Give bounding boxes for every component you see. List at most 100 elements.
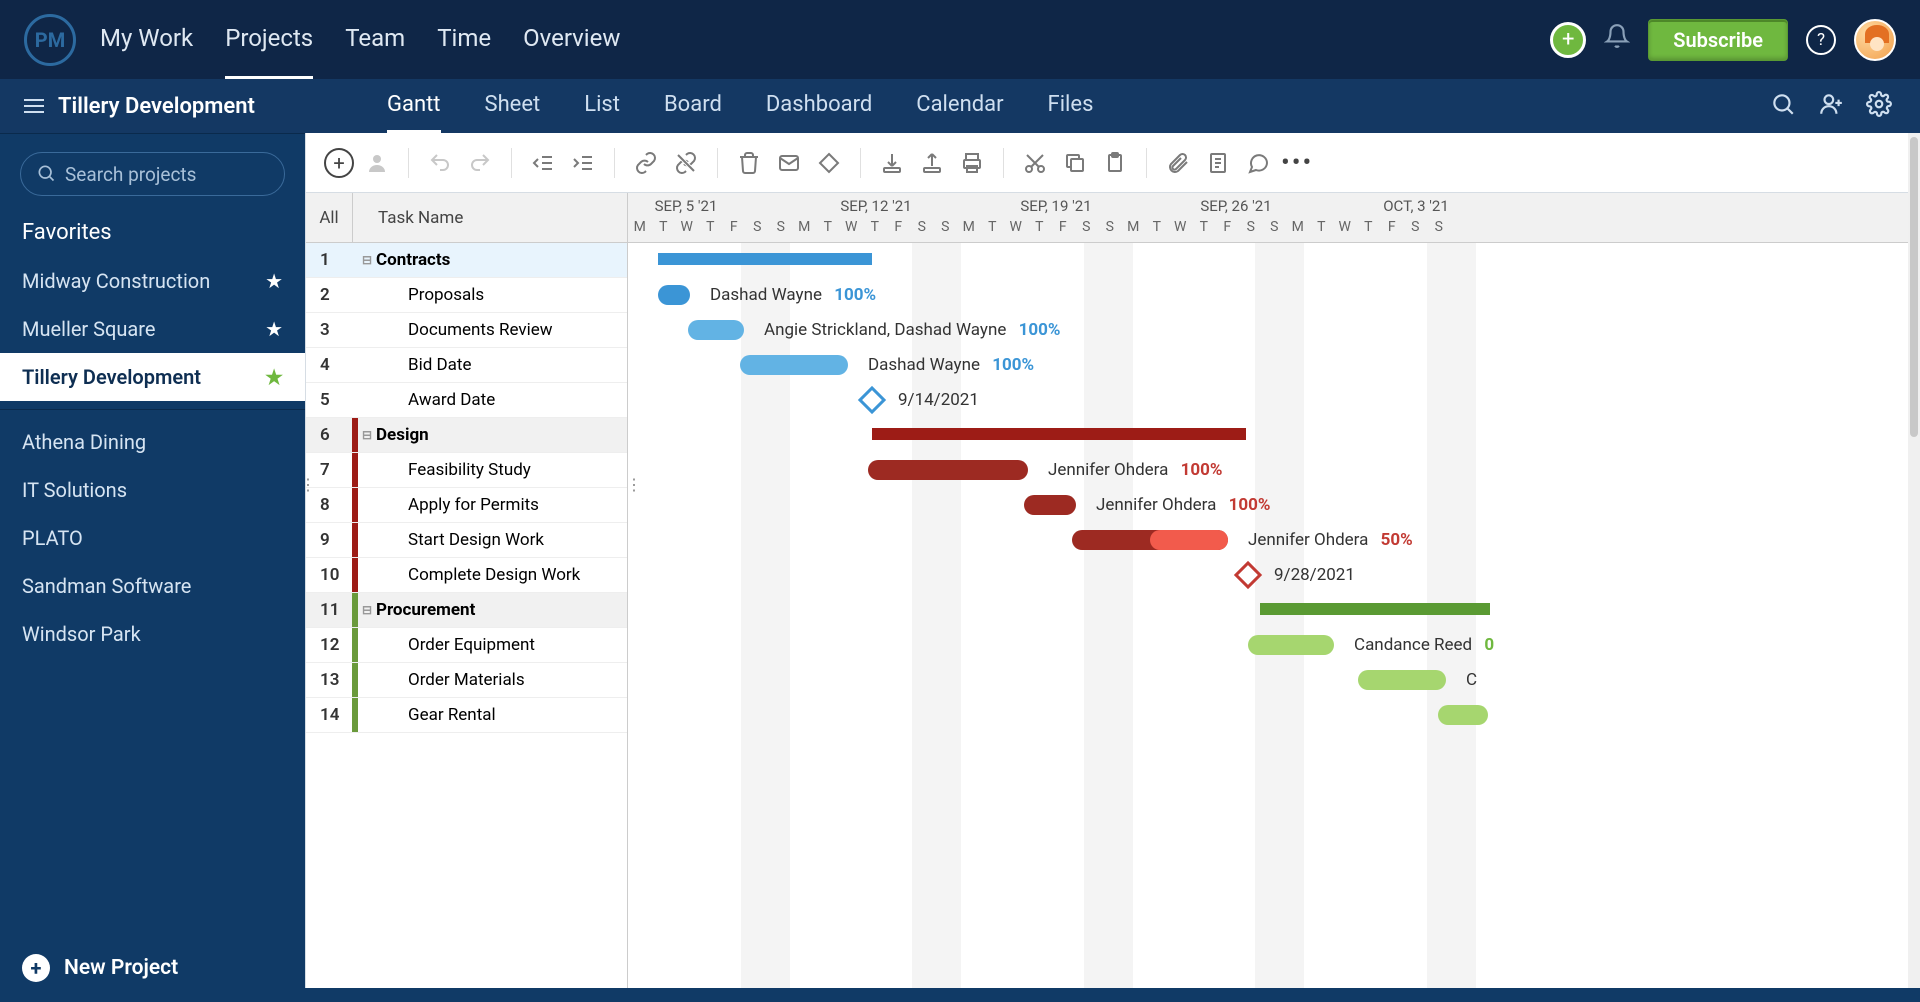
nav-time[interactable]: Time (437, 0, 491, 79)
task-bar[interactable] (688, 320, 744, 340)
milestone[interactable] (858, 386, 886, 414)
task-row[interactable]: 4Bid Date (306, 348, 627, 383)
undo-icon[interactable] (423, 146, 457, 180)
assign-icon[interactable] (360, 146, 394, 180)
task-bar[interactable] (658, 285, 690, 305)
avatar[interactable] (1854, 19, 1896, 61)
progress-label: 100% (992, 355, 1034, 375)
task-row[interactable]: 2Proposals (306, 278, 627, 313)
subscribe-button[interactable]: Subscribe (1648, 19, 1788, 61)
tab-calendar[interactable]: Calendar (916, 79, 1003, 133)
menu-icon[interactable] (24, 99, 44, 113)
nav-overview[interactable]: Overview (523, 0, 620, 79)
sidebar-item-windsor-park[interactable]: Windsor Park (0, 610, 305, 658)
settings-icon[interactable] (1866, 91, 1892, 121)
summary-bar[interactable] (1260, 603, 1490, 615)
star-icon[interactable]: ★ (265, 317, 283, 341)
help-icon[interactable]: ? (1806, 25, 1836, 55)
new-project-button[interactable]: + New Project (0, 934, 305, 1002)
task-row[interactable]: 11⊟Procurement (306, 593, 627, 628)
nav-team[interactable]: Team (345, 0, 405, 79)
attachment-icon[interactable] (1161, 146, 1195, 180)
add-task-button[interactable]: + (324, 148, 354, 178)
task-row[interactable]: 5Award Date (306, 383, 627, 418)
assignee-label: Dashad Wayne (868, 355, 980, 375)
sidebar-item-athena-dining[interactable]: Athena Dining (0, 418, 305, 466)
chart-pane: ⋮ SEP, 5 '21SEP, 12 '21SEP, 19 '21SEP, 2… (628, 193, 1920, 1002)
sidebar-item-plato[interactable]: PLATO (0, 514, 305, 562)
nav-my-work[interactable]: My Work (100, 0, 193, 79)
cut-icon[interactable] (1018, 146, 1052, 180)
indent-icon[interactable] (566, 146, 600, 180)
nav-projects[interactable]: Projects (225, 0, 313, 79)
sidebar-item-mueller-square[interactable]: Mueller Square★ (0, 305, 305, 353)
day-label: W (1333, 219, 1357, 239)
link-icon[interactable] (629, 146, 663, 180)
copy-icon[interactable] (1058, 146, 1092, 180)
sidebar-item-it-solutions[interactable]: IT Solutions (0, 466, 305, 514)
collapse-icon[interactable]: ⊟ (358, 603, 376, 617)
day-label: M (1286, 219, 1310, 239)
add-user-icon[interactable] (1818, 91, 1844, 121)
summary-bar[interactable] (872, 428, 1246, 440)
task-row[interactable]: 3Documents Review (306, 313, 627, 348)
delete-icon[interactable] (732, 146, 766, 180)
task-row[interactable]: 8Apply for Permits (306, 488, 627, 523)
task-row[interactable]: 7Feasibility Study (306, 453, 627, 488)
notifications-icon[interactable] (1604, 23, 1630, 56)
import-icon[interactable] (875, 146, 909, 180)
paste-icon[interactable] (1098, 146, 1132, 180)
task-row[interactable]: 14Gear Rental (306, 698, 627, 733)
print-icon[interactable] (955, 146, 989, 180)
tab-dashboard[interactable]: Dashboard (766, 79, 872, 133)
add-button[interactable]: + (1550, 22, 1586, 58)
star-icon[interactable]: ★ (265, 269, 283, 293)
task-bar[interactable] (1438, 705, 1488, 725)
tab-list[interactable]: List (584, 79, 620, 133)
task-row[interactable]: 13Order Materials (306, 663, 627, 698)
unlink-icon[interactable] (669, 146, 703, 180)
logo[interactable]: PM (24, 14, 76, 66)
summary-bar[interactable] (658, 253, 872, 265)
vertical-scrollbar[interactable] (1908, 133, 1920, 1002)
task-bar[interactable] (1248, 635, 1334, 655)
task-row[interactable]: 10Complete Design Work (306, 558, 627, 593)
chart-body[interactable]: Dashad Wayne 100%Angie Strickland, Dasha… (628, 243, 1920, 990)
collapse-icon[interactable]: ⊟ (358, 253, 376, 267)
collapse-icon[interactable]: ⊟ (358, 428, 376, 442)
task-bar[interactable] (740, 355, 848, 375)
task-row[interactable]: 6⊟Design (306, 418, 627, 453)
more-icon[interactable]: ••• (1281, 148, 1313, 178)
search-icon[interactable] (1770, 91, 1796, 121)
task-bar[interactable] (1024, 495, 1076, 515)
notes-icon[interactable] (1201, 146, 1235, 180)
export-icon[interactable] (915, 146, 949, 180)
star-icon[interactable]: ★ (265, 365, 283, 389)
row-number: 2 (306, 285, 352, 305)
project-label: Midway Construction (22, 269, 210, 293)
tab-sheet[interactable]: Sheet (485, 79, 541, 133)
column-taskname[interactable]: Task Name (366, 208, 463, 228)
pane-resize-handle[interactable]: ⋮ (306, 475, 316, 494)
task-bar-remaining[interactable] (1150, 530, 1228, 550)
sidebar-item-tillery-development[interactable]: Tillery Development★ (0, 353, 305, 401)
task-row[interactable]: 9Start Design Work (306, 523, 627, 558)
redo-icon[interactable] (463, 146, 497, 180)
task-bar[interactable] (868, 460, 1028, 480)
task-name: Apply for Permits (404, 495, 539, 515)
milestone-icon[interactable] (812, 146, 846, 180)
tab-files[interactable]: Files (1048, 79, 1094, 133)
outdent-icon[interactable] (526, 146, 560, 180)
comment-icon[interactable] (1241, 146, 1275, 180)
task-bar[interactable] (1358, 670, 1446, 690)
sidebar-item-midway-construction[interactable]: Midway Construction ★ (0, 257, 305, 305)
tab-board[interactable]: Board (664, 79, 722, 133)
search-input[interactable] (20, 152, 285, 196)
sidebar-item-sandman-software[interactable]: Sandman Software (0, 562, 305, 610)
column-all[interactable]: All (306, 208, 352, 228)
email-icon[interactable] (772, 146, 806, 180)
task-row[interactable]: 12Order Equipment (306, 628, 627, 663)
tab-gantt[interactable]: Gantt (387, 79, 441, 133)
task-row[interactable]: 1⊟Contracts (306, 243, 627, 278)
day-label: W (675, 219, 699, 239)
